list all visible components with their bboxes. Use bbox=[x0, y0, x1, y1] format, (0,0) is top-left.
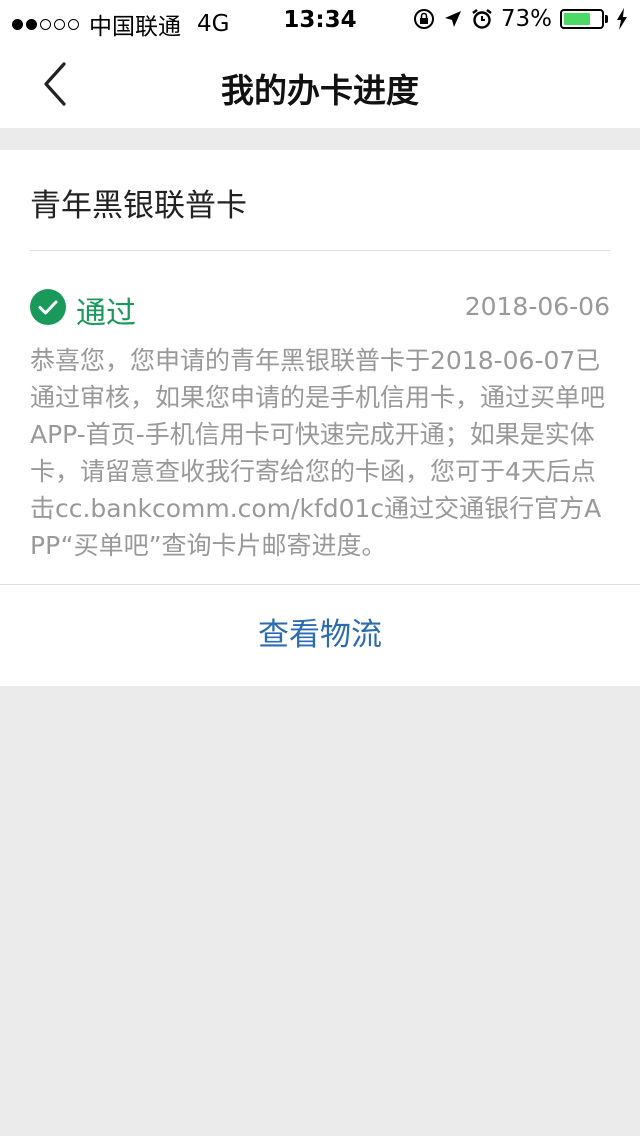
battery-fill bbox=[564, 13, 591, 25]
check-circle-icon bbox=[30, 289, 66, 325]
alarm-icon bbox=[472, 9, 492, 29]
header: 中国联通 4G 13:34 73% 我的办卡进度 bbox=[0, 0, 640, 128]
progress-card: 青年黑银联普卡 通过 2018-06-06 恭喜您，您申请的青年黑银联普卡于20… bbox=[0, 150, 640, 686]
status-date: 2018-06-06 bbox=[464, 292, 610, 321]
status-message: 恭喜您，您申请的青年黑银联普卡于2018-06-07已通过审核，如果您申请的是手… bbox=[30, 346, 606, 560]
battery-percent: 73% bbox=[500, 6, 552, 32]
battery-icon bbox=[560, 9, 604, 29]
status-right: 73% bbox=[413, 6, 628, 32]
location-arrow-icon bbox=[444, 11, 461, 27]
view-logistics-button[interactable]: 查看物流 bbox=[0, 585, 640, 686]
divider bbox=[30, 250, 610, 251]
status-label: 通过 bbox=[76, 296, 136, 331]
lock-rotation-icon bbox=[413, 9, 434, 29]
card-name: 青年黑银联普卡 bbox=[30, 188, 247, 224]
status-bar: 中国联通 4G 13:34 73% bbox=[0, 0, 640, 40]
status-row: 通过 2018-06-06 bbox=[30, 288, 610, 331]
charging-bolt-icon bbox=[617, 8, 627, 30]
nav-bar: 我的办卡进度 bbox=[0, 40, 640, 128]
page-title: 我的办卡进度 bbox=[221, 71, 419, 110]
